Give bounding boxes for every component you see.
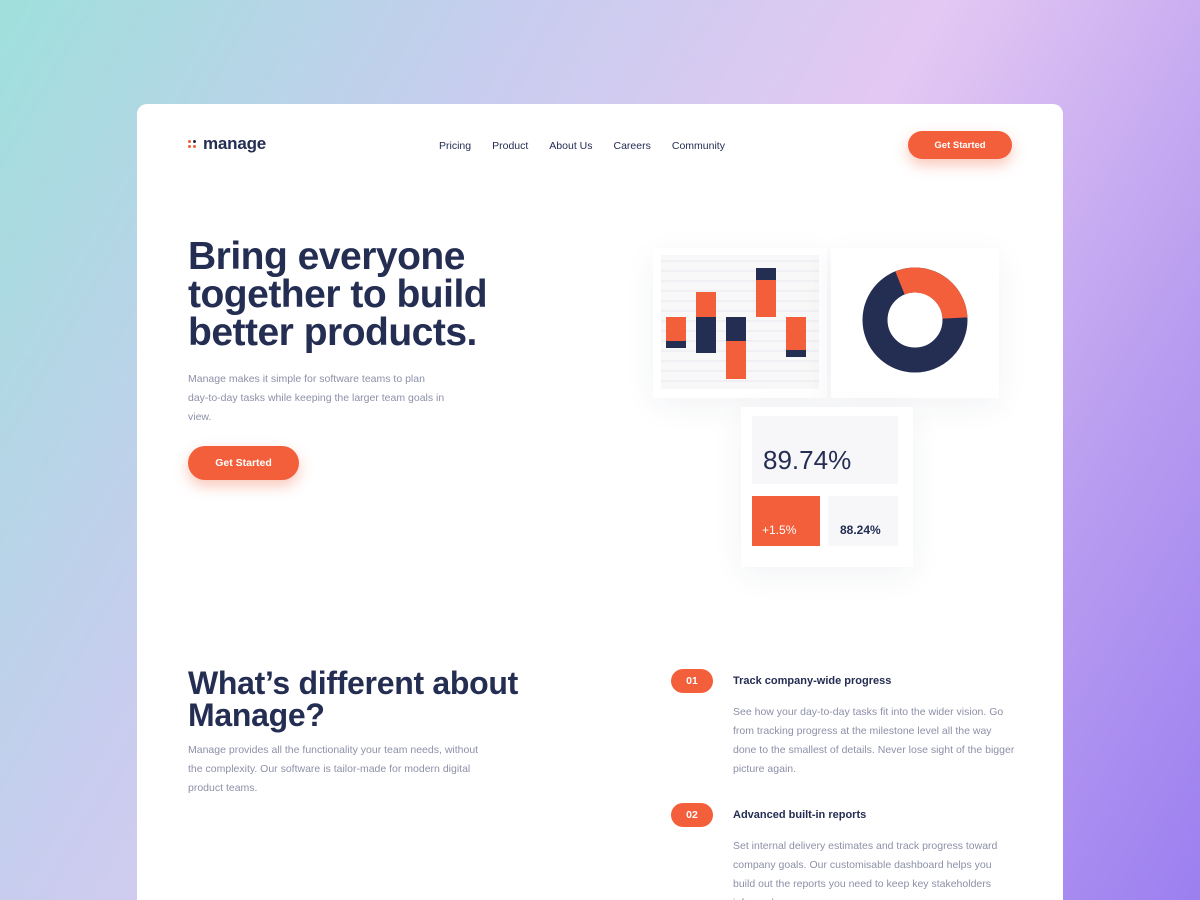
feature-text: See how your day-to-day tasks fit into t… [733, 706, 1015, 775]
big-stat-value: 89.74% [752, 416, 898, 484]
features-description: Manage provides all the functionality yo… [188, 744, 479, 794]
feature-title: Track company-wide progress [733, 675, 892, 687]
nav-link-careers[interactable]: Careers [614, 140, 651, 152]
feature-text: Set internal delivery estimates and trac… [733, 840, 998, 900]
donut-chart-widget [831, 248, 999, 398]
nav-link-community[interactable]: Community [672, 140, 725, 152]
bar-chart-graphic [661, 255, 819, 389]
logo[interactable]: manage [188, 134, 266, 154]
header-get-started-button[interactable]: Get Started [908, 131, 1012, 159]
nav-link-about-us[interactable]: About Us [549, 140, 592, 152]
hero-title: Bring everyone together to build better … [188, 235, 488, 354]
hero-description: Manage makes it simple for software team… [188, 373, 445, 423]
landing-page-card: manage Pricing Product About Us Careers … [137, 104, 1063, 900]
donut-chart-graphic [862, 267, 968, 373]
small-stat-value: 88.24% [828, 496, 898, 546]
bar-chart-widget [653, 248, 827, 398]
features-title: What’s different about Manage? [188, 665, 518, 733]
nav-link-pricing[interactable]: Pricing [439, 140, 471, 152]
hero-get-started-button[interactable]: Get Started [188, 446, 299, 480]
logo-icon [188, 140, 197, 148]
feature-title: Advanced built-in reports [733, 809, 867, 821]
feature-number-badge: 01 [671, 669, 713, 693]
main-nav: Pricing Product About Us Careers Communi… [439, 140, 725, 152]
logo-text: manage [203, 134, 267, 153]
nav-link-product[interactable]: Product [492, 140, 528, 152]
change-stat-value: +1.5% [752, 496, 820, 546]
feature-number-badge: 02 [671, 803, 713, 827]
stats-widget: 89.74% +1.5% 88.24% [741, 407, 913, 567]
